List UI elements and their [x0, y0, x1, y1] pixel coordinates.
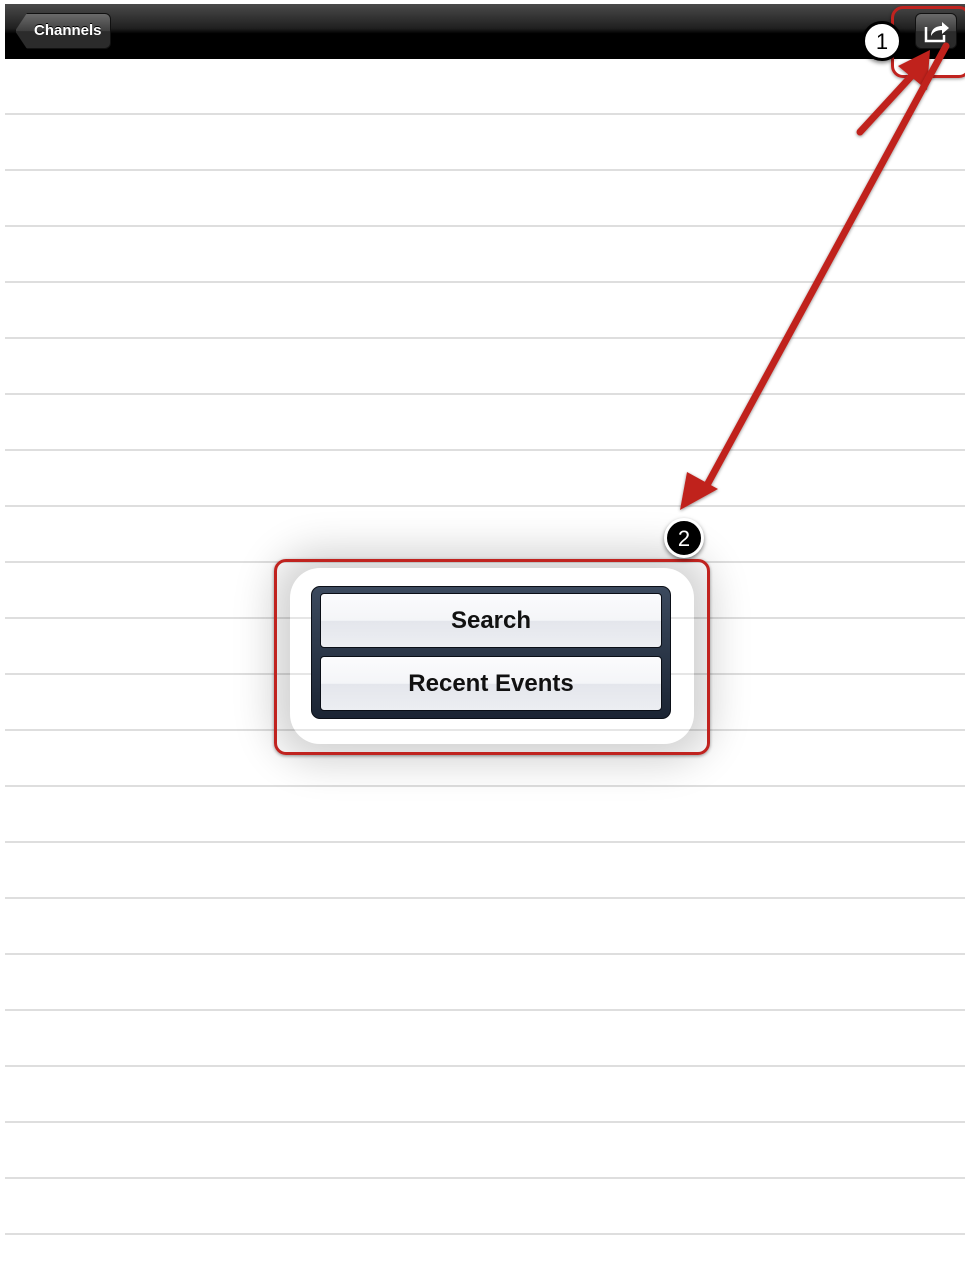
- annotation-highlight-popover: [274, 559, 710, 755]
- navigation-bar: Channels: [5, 4, 965, 59]
- step-two-badge: 2: [664, 518, 704, 558]
- channels-back-button[interactable]: Channels: [15, 13, 111, 49]
- annotation-highlight-share: [891, 6, 965, 78]
- app-screen: Channels Search Recent Events 1 2: [0, 0, 965, 1283]
- step-one-badge: 1: [862, 21, 902, 61]
